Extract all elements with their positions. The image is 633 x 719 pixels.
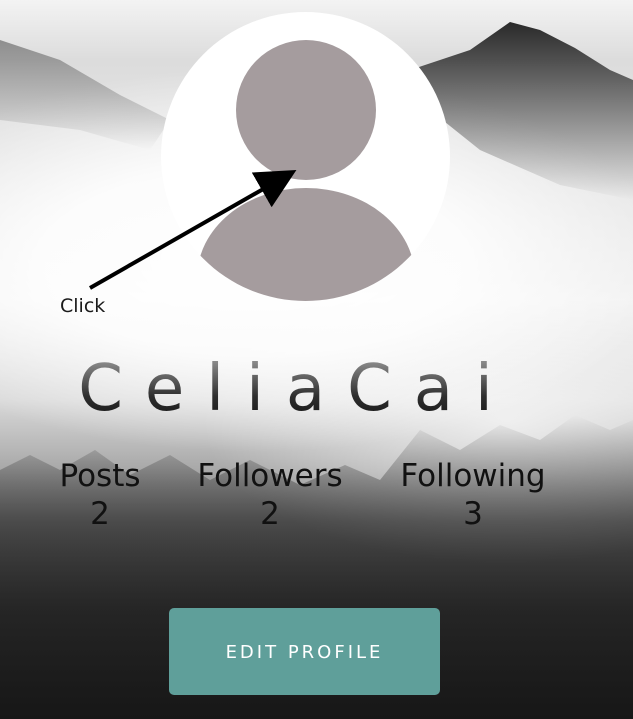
stat-followers[interactable]: Followers 2	[184, 458, 356, 534]
stat-following-label: Following	[400, 458, 546, 494]
stat-following-value: 3	[463, 496, 483, 532]
profile-avatar[interactable]	[161, 12, 450, 301]
stat-posts-value: 2	[90, 496, 110, 532]
stat-posts-label: Posts	[59, 458, 141, 494]
stat-posts[interactable]: Posts 2	[40, 458, 160, 534]
stat-following[interactable]: Following 3	[390, 458, 556, 534]
profile-username: CeliaCai	[0, 352, 633, 426]
avatar-body-shape	[197, 188, 415, 301]
edit-profile-button[interactable]: EDIT PROFILE	[169, 608, 440, 695]
profile-page: Click CeliaCai Posts 2 Followers 2 Follo…	[0, 0, 633, 719]
stat-followers-value: 2	[260, 496, 280, 532]
annotation-click-label: Click	[60, 295, 106, 317]
stat-followers-label: Followers	[197, 458, 343, 494]
avatar-head-shape	[236, 40, 376, 180]
